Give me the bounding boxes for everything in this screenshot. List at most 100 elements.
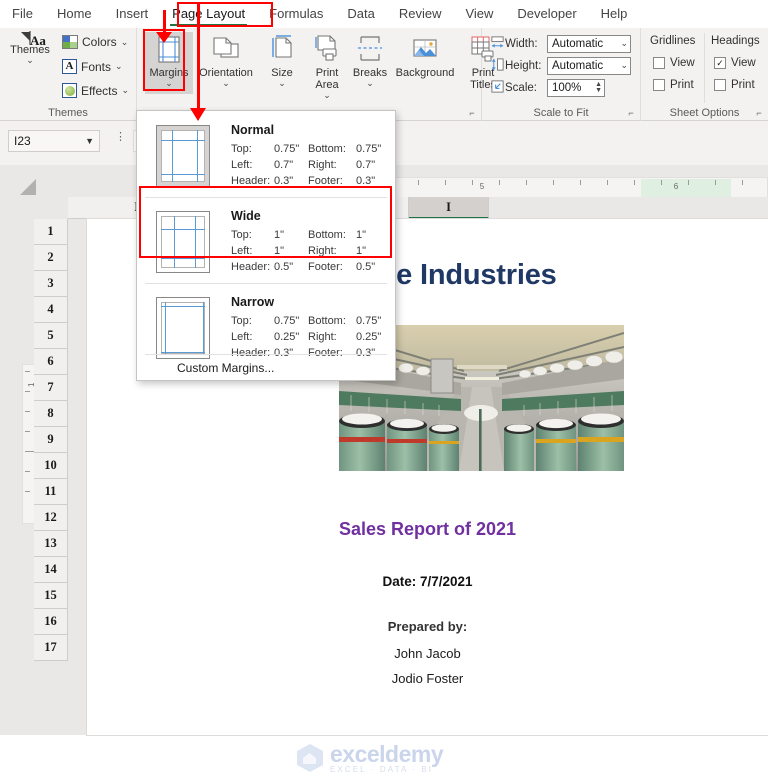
row-header-6[interactable]: 6 (34, 349, 68, 375)
margins-dropdown-menu[interactable]: Normal Top: 0.75" Bottom: 0.75" Left: 0.… (136, 110, 396, 381)
row-header-4[interactable]: 4 (34, 297, 68, 323)
tab-view[interactable]: View (453, 0, 505, 28)
row-header-14[interactable]: 14 (34, 557, 68, 583)
chevron-down-icon[interactable]: ⌄ (121, 86, 129, 95)
wide-right-label: Right: (308, 245, 337, 257)
row-header-2[interactable]: 2 (34, 245, 68, 271)
tab-file-label: File (12, 6, 33, 21)
tab-data[interactable]: Data (335, 0, 386, 28)
tab-review[interactable]: Review (387, 0, 454, 28)
name-box-value: I23 (14, 134, 31, 148)
document-date-value: 7/7/2021 (419, 574, 473, 589)
row-header-3[interactable]: 3 (34, 271, 68, 297)
row-header-15[interactable]: 15 (34, 583, 68, 609)
chevron-down-icon[interactable]: ⌄ (145, 79, 193, 88)
headings-print-checkbox[interactable]: Print (714, 79, 755, 91)
scale-percent-row: Scale: 100% ▲ ▼ (490, 78, 605, 97)
row-header-11[interactable]: 11 (34, 479, 68, 505)
spinner-icon[interactable]: ▲ ▼ (592, 81, 602, 94)
print-area-button-label: Print Area (315, 67, 339, 91)
chevron-down-icon[interactable]: ⌄ (195, 79, 257, 88)
width-arrows-icon (490, 35, 505, 53)
themes-group-label: Themes (48, 107, 88, 119)
row-header-16[interactable]: 16 (34, 609, 68, 635)
narrow-left-label: Left: (231, 331, 253, 343)
select-all-corner[interactable] (20, 179, 36, 195)
orientation-button[interactable]: Orientation ⌄ (195, 34, 257, 88)
tab-developer[interactable]: Developer (505, 0, 588, 28)
row-header-13[interactable]: 13 (34, 531, 68, 557)
margin-thumbnail-normal (156, 125, 210, 187)
tab-insert[interactable]: Insert (104, 0, 161, 28)
document-date-label: Date: (382, 574, 417, 589)
gridlines-print-checkbox[interactable]: Print (653, 79, 694, 91)
tab-review-label: Review (398, 6, 442, 21)
sheet-options-dialog-launcher[interactable]: ⌐ (754, 108, 764, 118)
gridlines-view-checkbox[interactable]: View (653, 57, 695, 69)
checkbox-unchecked-icon[interactable] (714, 79, 726, 91)
page-setup-dialog-launcher[interactable]: ⌐ (467, 108, 477, 118)
column-header-i[interactable]: I (409, 197, 489, 219)
tab-home[interactable]: Home (45, 0, 104, 28)
background-button[interactable]: Background (391, 34, 459, 79)
theme-fonts-button[interactable]: A Fonts ⌄ (62, 59, 123, 74)
normal-header-value: 0.3" (274, 175, 294, 187)
tab-page-layout[interactable]: Page Layout (160, 0, 257, 28)
wide-top-value: 1" (274, 229, 285, 241)
menu-divider-2 (145, 283, 387, 284)
theme-effects-button[interactable]: Effects ⌄ (62, 83, 129, 98)
tab-formulas[interactable]: Formulas (257, 0, 335, 28)
chevron-down-icon[interactable]: ⌄ (617, 60, 628, 71)
margins-button[interactable]: Margins ⌄ (145, 32, 193, 94)
row-header-9[interactable]: 9 (34, 427, 68, 453)
tab-file[interactable]: File (0, 0, 45, 28)
checkbox-checked-icon[interactable]: ✓ (714, 57, 726, 69)
normal-right-value: 0.7" (356, 159, 376, 171)
custom-margins-menu-item[interactable]: Custom Margins... (137, 356, 395, 381)
chevron-down-icon[interactable]: ▼ (85, 136, 94, 146)
margin-preset-normal[interactable]: Normal Top: 0.75" Bottom: 0.75" Left: 0.… (137, 113, 395, 198)
tab-help[interactable]: Help (589, 0, 640, 28)
row-header-5[interactable]: 5 (34, 323, 68, 349)
normal-bottom-value: 0.75" (356, 143, 382, 155)
margin-preset-wide[interactable]: Wide Top: 1" Bottom: 1" Left: 1" Right: … (137, 199, 395, 284)
chevron-down-icon[interactable]: ⌄ (305, 91, 349, 100)
scale-to-fit-dialog-launcher[interactable]: ⌐ (626, 108, 636, 118)
chevron-down-icon[interactable]: ⌄ (115, 62, 123, 71)
name-box[interactable]: I23 ▼ (8, 130, 100, 152)
scale-width-row: Width: Automatic ⌄ (490, 34, 631, 53)
row-header-12[interactable]: 12 (34, 505, 68, 531)
size-button[interactable]: Size ⌄ (263, 34, 301, 88)
theme-effects-label: Effects (81, 83, 118, 98)
checkbox-unchecked-icon[interactable] (653, 57, 665, 69)
tab-insert-label: Insert (115, 6, 149, 21)
watermark-text: exceldemy (330, 740, 444, 767)
chevron-down-icon[interactable]: ⌄ (6, 56, 54, 65)
row-header-1[interactable]: 1 (34, 219, 68, 245)
chevron-down-icon[interactable]: ⌄ (617, 38, 628, 49)
row-header-8[interactable]: 8 (34, 401, 68, 427)
chevron-down-icon[interactable]: ⌄ (263, 79, 301, 88)
headings-view-label: View (731, 57, 756, 69)
breaks-button[interactable]: Breaks ⌄ (351, 34, 389, 88)
checkbox-unchecked-icon[interactable] (653, 79, 665, 91)
headings-view-checkbox[interactable]: ✓ View (714, 57, 756, 69)
row-header-10[interactable]: 10 (34, 453, 68, 479)
print-area-button[interactable]: Print Area ⌄ (305, 34, 349, 100)
formula-bar-more-icon[interactable]: ⋮ (115, 132, 126, 143)
row-header-17[interactable]: 17 (34, 635, 68, 661)
width-dropdown[interactable]: Automatic ⌄ (547, 34, 631, 53)
exceldemy-watermark: exceldemy EXCEL · DATA · BI (297, 737, 547, 779)
tab-help-label: Help (600, 6, 628, 21)
height-dropdown[interactable]: Automatic ⌄ (547, 56, 631, 75)
themes-button[interactable]: Aa Themes ⌄ (6, 31, 54, 65)
gridlines-print-label: Print (670, 79, 694, 91)
scale-spinner[interactable]: 100% ▲ ▼ (547, 78, 605, 97)
theme-colors-button[interactable]: Colors ⌄ (62, 35, 128, 49)
chevron-down-icon[interactable]: ⌄ (351, 79, 389, 88)
row-header-7[interactable]: 7 (34, 375, 68, 401)
chevron-down-icon[interactable]: ⌄ (121, 37, 129, 47)
breaks-icon (355, 36, 385, 67)
themes-icon: Aa (21, 31, 46, 47)
prepared-by-label: Prepared by: (387, 619, 468, 634)
